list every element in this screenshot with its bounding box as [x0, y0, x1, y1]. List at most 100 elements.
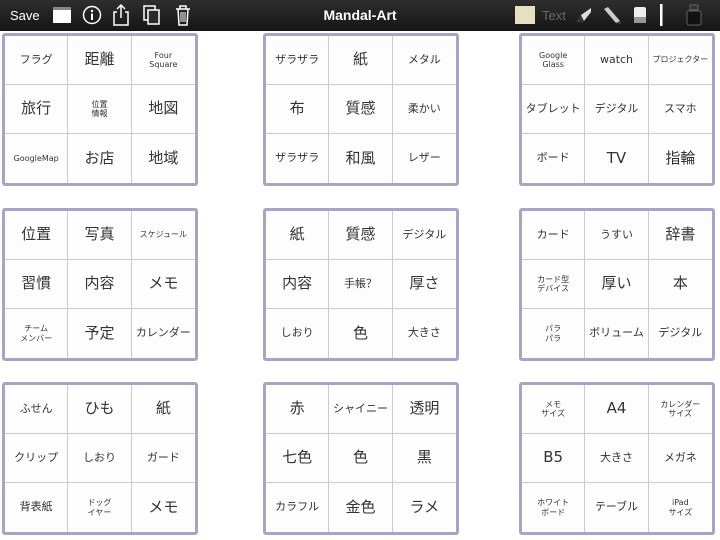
mandal-grid[interactable]: フラグ 距離 Four Square 旅行 位置 情報 地図 GoogleMap お店 地域: [2, 33, 198, 186]
grid-cell[interactable]: Four Square: [131, 36, 195, 85]
sticky-note-icon[interactable]: [514, 5, 536, 25]
grid-cell[interactable]: 地図: [131, 85, 195, 134]
grid-cell[interactable]: 和風: [329, 134, 393, 183]
grid-cell[interactable]: iPad サイズ: [648, 483, 712, 532]
grid-cell[interactable]: レザー: [392, 134, 456, 183]
grid-cell[interactable]: GoogleMap: [5, 134, 69, 183]
grid-cell[interactable]: 黒: [392, 434, 456, 483]
grid-cell[interactable]: シャイニー: [329, 385, 393, 434]
grid-center-cell[interactable]: しおり: [68, 434, 132, 483]
mandal-grid[interactable]: ふせん ひも 紙クリップ しおり ガード背表紙 ドッグ イヤー メモ: [2, 382, 198, 535]
grid-cell[interactable]: パラ パラ: [522, 309, 586, 358]
grid-cell[interactable]: スケジュール: [131, 211, 195, 260]
grid-cell[interactable]: ザラザラ: [266, 134, 330, 183]
grid-cell[interactable]: 内容: [266, 260, 330, 309]
grid-cell[interactable]: ボード: [522, 134, 586, 183]
grid-cell[interactable]: カレンダー サイズ: [648, 385, 712, 434]
grid-cell[interactable]: 金色: [329, 483, 393, 532]
mandal-grid[interactable]: 赤 シャイニー 透明 七色 色 黒カラフル 金色 ラメ: [263, 382, 459, 535]
grid-cell[interactable]: 予定: [68, 309, 132, 358]
copy-icon[interactable]: [142, 5, 162, 25]
grid-cell[interactable]: 七色: [266, 434, 330, 483]
grid-cell[interactable]: 地域: [131, 134, 195, 183]
grid-center-cell[interactable]: 色: [329, 434, 393, 483]
grid-cell[interactable]: 習慣: [5, 260, 69, 309]
grid-center-cell[interactable]: 大きさ: [585, 434, 649, 483]
grid-cell[interactable]: デジタル: [392, 211, 456, 260]
grid-cell[interactable]: watch: [585, 36, 649, 85]
grid-cell[interactable]: ホワイト ボード: [522, 483, 586, 532]
grid-cell[interactable]: ザラザラ: [266, 36, 330, 85]
grid-cell[interactable]: 柔かい: [392, 85, 456, 134]
eraser-icon[interactable]: [630, 5, 650, 25]
grid-cell[interactable]: スマホ: [648, 85, 712, 134]
layout-icon[interactable]: [52, 5, 72, 25]
grid-cell[interactable]: 旅行: [5, 85, 69, 134]
grid-cell[interactable]: しおり: [266, 309, 330, 358]
grid-cell[interactable]: 大きさ: [392, 309, 456, 358]
grid-cell[interactable]: カード: [522, 211, 586, 260]
grid-cell[interactable]: 背表紙: [5, 483, 69, 532]
grid-cell[interactable]: メガネ: [648, 434, 712, 483]
grid-cell[interactable]: デジタル: [648, 309, 712, 358]
grid-cell[interactable]: カラフル: [266, 483, 330, 532]
grid-cell[interactable]: ひも: [68, 385, 132, 434]
grid-center-cell[interactable]: 厚い: [585, 260, 649, 309]
grid-cell[interactable]: ふせん: [5, 385, 69, 434]
grid-cell[interactable]: プロジェクター: [648, 36, 712, 85]
grid-cell[interactable]: フラグ: [5, 36, 69, 85]
grid-cell[interactable]: 紙: [266, 211, 330, 260]
grid-cell[interactable]: ガード: [131, 434, 195, 483]
grid-cell[interactable]: メモ: [131, 483, 195, 532]
stroke-width-icon[interactable]: [658, 4, 664, 26]
grid-cell[interactable]: 透明: [392, 385, 456, 434]
grid-cell[interactable]: テーブル: [585, 483, 649, 532]
mandal-grid[interactable]: カード うすい 辞書 カード型 デバイス 厚い 本パラ パラ ボリューム デジタル: [519, 208, 715, 361]
grid-cell[interactable]: ラメ: [392, 483, 456, 532]
grid-cell[interactable]: お店: [68, 134, 132, 183]
text-tool-button[interactable]: Text: [542, 8, 566, 23]
mandal-grid[interactable]: ザラザラ紙メタル布質感 柔かい ザラザラ 和風 レザー: [263, 33, 459, 186]
grid-cell[interactable]: 位置: [5, 211, 69, 260]
grid-cell[interactable]: 紙: [329, 36, 393, 85]
pen-icon[interactable]: [574, 5, 594, 25]
grid-cell[interactable]: カード型 デバイス: [522, 260, 586, 309]
mandal-grid[interactable]: 紙 質感 デジタル内容 手帳？ 厚さしおり 色 大きさ: [263, 208, 459, 361]
grid-cell[interactable]: メモ: [131, 260, 195, 309]
grid-center-cell[interactable]: 手帳？: [329, 260, 393, 309]
grid-cell[interactable]: カレンダー: [131, 309, 195, 358]
grid-cell[interactable]: メタル: [392, 36, 456, 85]
marker-icon[interactable]: [602, 5, 622, 25]
grid-cell[interactable]: 布: [266, 85, 330, 134]
grid-cell[interactable]: 紙: [131, 385, 195, 434]
grid-cell[interactable]: 写真: [68, 211, 132, 260]
grid-cell[interactable]: ドッグ イヤー: [68, 483, 132, 532]
grid-cell[interactable]: 厚さ: [392, 260, 456, 309]
mandal-grid[interactable]: Google Glass watch プロジェクタータブレット デジタル スマホボード T…: [519, 33, 715, 186]
grid-center-cell[interactable]: デジタル: [585, 85, 649, 134]
grid-center-cell[interactable]: 内容: [68, 260, 132, 309]
grid-cell[interactable]: A4: [585, 385, 649, 434]
grid-cell[interactable]: 指輪: [648, 134, 712, 183]
mandal-grid[interactable]: メモ サイズ A4 カレンダー サイズ B5 大きさ メガネホワイト ボード テーブル iPa…: [519, 382, 715, 535]
grid-cell[interactable]: 色: [329, 309, 393, 358]
save-button[interactable]: Save: [10, 8, 40, 23]
ink-bottle-icon[interactable]: [684, 4, 704, 26]
grid-cell[interactable]: 本: [648, 260, 712, 309]
trash-icon[interactable]: [173, 5, 193, 26]
grid-cell[interactable]: Google Glass: [522, 36, 586, 85]
grid-cell[interactable]: メモ サイズ: [522, 385, 586, 434]
grid-cell[interactable]: タブレット: [522, 85, 586, 134]
grid-cell[interactable]: チーム メンバー: [5, 309, 69, 358]
mandal-grid[interactable]: 位置 写真 スケジュール習慣 内容 メモチーム メンバー 予定 カレンダー: [2, 208, 198, 361]
grid-cell[interactable]: ボリューム: [585, 309, 649, 358]
info-icon[interactable]: [82, 5, 102, 25]
grid-cell[interactable]: 距離: [68, 36, 132, 85]
grid-center-cell[interactable]: 質感: [329, 85, 393, 134]
share-icon[interactable]: [111, 4, 131, 26]
grid-cell[interactable]: TV: [585, 134, 649, 183]
grid-cell[interactable]: B5: [522, 434, 586, 483]
grid-cell[interactable]: 質感: [329, 211, 393, 260]
grid-cell[interactable]: 辞書: [648, 211, 712, 260]
grid-cell[interactable]: クリップ: [5, 434, 69, 483]
